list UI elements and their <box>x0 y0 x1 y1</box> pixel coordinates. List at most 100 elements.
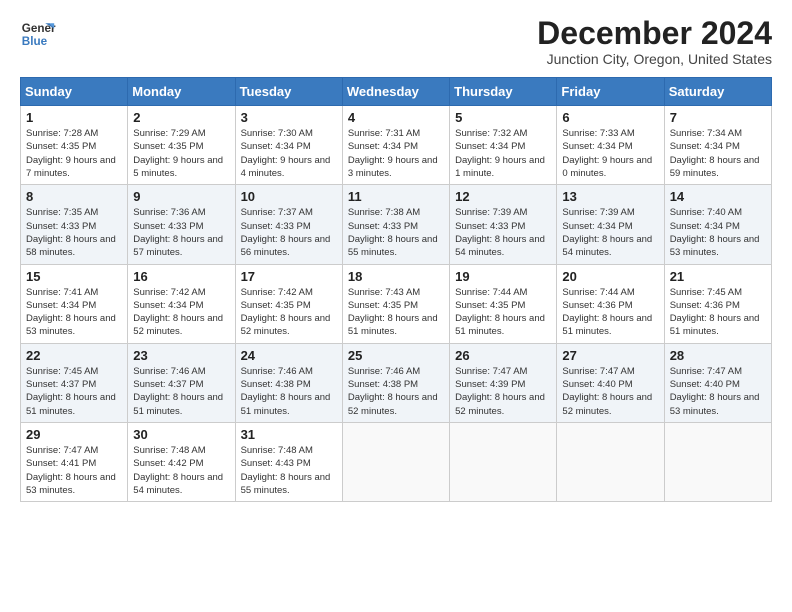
day-number: 19 <box>455 269 551 284</box>
calendar-cell: 25 Sunrise: 7:46 AMSunset: 4:38 PMDayligh… <box>342 343 449 422</box>
day-info: Sunrise: 7:34 AMSunset: 4:34 PMDaylight:… <box>670 127 766 180</box>
day-info: Sunrise: 7:35 AMSunset: 4:33 PMDaylight:… <box>26 206 122 259</box>
calendar-week-row: 22 Sunrise: 7:45 AMSunset: 4:37 PMDayligh… <box>21 343 772 422</box>
day-number: 18 <box>348 269 444 284</box>
location-title: Junction City, Oregon, United States <box>537 51 772 67</box>
day-number: 16 <box>133 269 229 284</box>
calendar-cell: 11 Sunrise: 7:38 AMSunset: 4:33 PMDayligh… <box>342 185 449 264</box>
calendar-cell: 28 Sunrise: 7:47 AMSunset: 4:40 PMDayligh… <box>664 343 771 422</box>
day-info: Sunrise: 7:41 AMSunset: 4:34 PMDaylight:… <box>26 286 122 339</box>
day-info: Sunrise: 7:36 AMSunset: 4:33 PMDaylight:… <box>133 206 229 259</box>
title-area: December 2024 Junction City, Oregon, Uni… <box>537 16 772 67</box>
calendar-cell: 5Sunrise: 7:32 AMSunset: 4:34 PMDaylight… <box>450 106 557 185</box>
weekday-header-tuesday: Tuesday <box>235 78 342 106</box>
calendar-cell: 2 Sunrise: 7:29 AMSunset: 4:35 PMDaylight… <box>128 106 235 185</box>
calendar-cell: 26 Sunrise: 7:47 AMSunset: 4:39 PMDayligh… <box>450 343 557 422</box>
calendar-week-row: 15 Sunrise: 7:41 AMSunset: 4:34 PMDayligh… <box>21 264 772 343</box>
day-info: Sunrise: 7:38 AMSunset: 4:33 PMDaylight:… <box>348 206 444 259</box>
day-info: Sunrise: 7:47 AMSunset: 4:41 PMDaylight:… <box>26 444 122 497</box>
day-info: Sunrise: 7:29 AMSunset: 4:35 PMDaylight:… <box>133 127 229 180</box>
logo-icon: General Blue <box>20 16 56 52</box>
day-info: Sunrise: 7:42 AMSunset: 4:35 PMDaylight:… <box>241 286 337 339</box>
day-number: 26 <box>455 348 551 363</box>
day-number: 22 <box>26 348 122 363</box>
calendar-cell: 17Sunrise: 7:42 AMSunset: 4:35 PMDayligh… <box>235 264 342 343</box>
svg-text:Blue: Blue <box>22 35 48 48</box>
weekday-header-sunday: Sunday <box>21 78 128 106</box>
day-info: Sunrise: 7:45 AMSunset: 4:37 PMDaylight:… <box>26 365 122 418</box>
calendar-cell: 16 Sunrise: 7:42 AMSunset: 4:34 PMDayligh… <box>128 264 235 343</box>
day-number: 4 <box>348 110 444 125</box>
day-info: Sunrise: 7:44 AMSunset: 4:36 PMDaylight:… <box>562 286 658 339</box>
weekday-header-monday: Monday <box>128 78 235 106</box>
day-info: Sunrise: 7:44 AMSunset: 4:35 PMDaylight:… <box>455 286 551 339</box>
day-info: Sunrise: 7:40 AMSunset: 4:34 PMDaylight:… <box>670 206 766 259</box>
day-info: Sunrise: 7:47 AMSunset: 4:39 PMDaylight:… <box>455 365 551 418</box>
day-number: 29 <box>26 427 122 442</box>
calendar-cell: 29 Sunrise: 7:47 AMSunset: 4:41 PMDayligh… <box>21 422 128 501</box>
header: General Blue December 2024 Junction City… <box>20 16 772 67</box>
day-number: 15 <box>26 269 122 284</box>
month-title: December 2024 <box>537 16 772 51</box>
day-info: Sunrise: 7:30 AMSunset: 4:34 PMDaylight:… <box>241 127 337 180</box>
calendar-body: 1Sunrise: 7:28 AMSunset: 4:35 PMDaylight… <box>21 106 772 502</box>
weekday-header-wednesday: Wednesday <box>342 78 449 106</box>
day-number: 3 <box>241 110 337 125</box>
calendar-cell: 12 Sunrise: 7:39 AMSunset: 4:33 PMDayligh… <box>450 185 557 264</box>
day-number: 28 <box>670 348 766 363</box>
calendar-cell: 9 Sunrise: 7:36 AMSunset: 4:33 PMDaylight… <box>128 185 235 264</box>
day-number: 10 <box>241 189 337 204</box>
day-info: Sunrise: 7:39 AMSunset: 4:33 PMDaylight:… <box>455 206 551 259</box>
day-info: Sunrise: 7:33 AMSunset: 4:34 PMDaylight:… <box>562 127 658 180</box>
day-info: Sunrise: 7:32 AMSunset: 4:34 PMDaylight:… <box>455 127 551 180</box>
day-number: 13 <box>562 189 658 204</box>
calendar-cell: 23Sunrise: 7:46 AMSunset: 4:37 PMDayligh… <box>128 343 235 422</box>
calendar-cell: 18 Sunrise: 7:43 AMSunset: 4:35 PMDayligh… <box>342 264 449 343</box>
calendar-cell <box>342 422 449 501</box>
day-number: 7 <box>670 110 766 125</box>
calendar-cell: 19 Sunrise: 7:44 AMSunset: 4:35 PMDayligh… <box>450 264 557 343</box>
day-info: Sunrise: 7:48 AMSunset: 4:42 PMDaylight:… <box>133 444 229 497</box>
day-info: Sunrise: 7:48 AMSunset: 4:43 PMDaylight:… <box>241 444 337 497</box>
calendar-cell: 8 Sunrise: 7:35 AMSunset: 4:33 PMDaylight… <box>21 185 128 264</box>
day-info: Sunrise: 7:47 AMSunset: 4:40 PMDaylight:… <box>670 365 766 418</box>
calendar-cell: 13 Sunrise: 7:39 AMSunset: 4:34 PMDayligh… <box>557 185 664 264</box>
day-info: Sunrise: 7:46 AMSunset: 4:38 PMDaylight:… <box>241 365 337 418</box>
calendar-header-row: SundayMondayTuesdayWednesdayThursdayFrid… <box>21 78 772 106</box>
calendar-cell: 20 Sunrise: 7:44 AMSunset: 4:36 PMDayligh… <box>557 264 664 343</box>
day-info: Sunrise: 7:42 AMSunset: 4:34 PMDaylight:… <box>133 286 229 339</box>
calendar-cell: 22 Sunrise: 7:45 AMSunset: 4:37 PMDayligh… <box>21 343 128 422</box>
day-number: 21 <box>670 269 766 284</box>
calendar-cell <box>664 422 771 501</box>
day-number: 20 <box>562 269 658 284</box>
calendar-cell: 7 Sunrise: 7:34 AMSunset: 4:34 PMDaylight… <box>664 106 771 185</box>
weekday-header-friday: Friday <box>557 78 664 106</box>
day-number: 9 <box>133 189 229 204</box>
day-number: 8 <box>26 189 122 204</box>
day-info: Sunrise: 7:46 AMSunset: 4:38 PMDaylight:… <box>348 365 444 418</box>
calendar-cell: 3 Sunrise: 7:30 AMSunset: 4:34 PMDaylight… <box>235 106 342 185</box>
day-info: Sunrise: 7:39 AMSunset: 4:34 PMDaylight:… <box>562 206 658 259</box>
calendar-table: SundayMondayTuesdayWednesdayThursdayFrid… <box>20 77 772 502</box>
calendar-cell <box>557 422 664 501</box>
day-info: Sunrise: 7:37 AMSunset: 4:33 PMDaylight:… <box>241 206 337 259</box>
calendar-cell: 14Sunrise: 7:40 AMSunset: 4:34 PMDayligh… <box>664 185 771 264</box>
day-number: 6 <box>562 110 658 125</box>
day-number: 23 <box>133 348 229 363</box>
calendar-week-row: 29 Sunrise: 7:47 AMSunset: 4:41 PMDayligh… <box>21 422 772 501</box>
weekday-header-saturday: Saturday <box>664 78 771 106</box>
day-info: Sunrise: 7:31 AMSunset: 4:34 PMDaylight:… <box>348 127 444 180</box>
day-number: 11 <box>348 189 444 204</box>
day-info: Sunrise: 7:45 AMSunset: 4:36 PMDaylight:… <box>670 286 766 339</box>
calendar-cell: 10 Sunrise: 7:37 AMSunset: 4:33 PMDayligh… <box>235 185 342 264</box>
day-info: Sunrise: 7:43 AMSunset: 4:35 PMDaylight:… <box>348 286 444 339</box>
day-number: 27 <box>562 348 658 363</box>
calendar-cell: 4 Sunrise: 7:31 AMSunset: 4:34 PMDaylight… <box>342 106 449 185</box>
day-number: 12 <box>455 189 551 204</box>
day-number: 25 <box>348 348 444 363</box>
calendar-cell: 1Sunrise: 7:28 AMSunset: 4:35 PMDaylight… <box>21 106 128 185</box>
logo: General Blue <box>20 16 56 52</box>
day-number: 30 <box>133 427 229 442</box>
calendar-cell: 27Sunrise: 7:47 AMSunset: 4:40 PMDayligh… <box>557 343 664 422</box>
day-number: 2 <box>133 110 229 125</box>
